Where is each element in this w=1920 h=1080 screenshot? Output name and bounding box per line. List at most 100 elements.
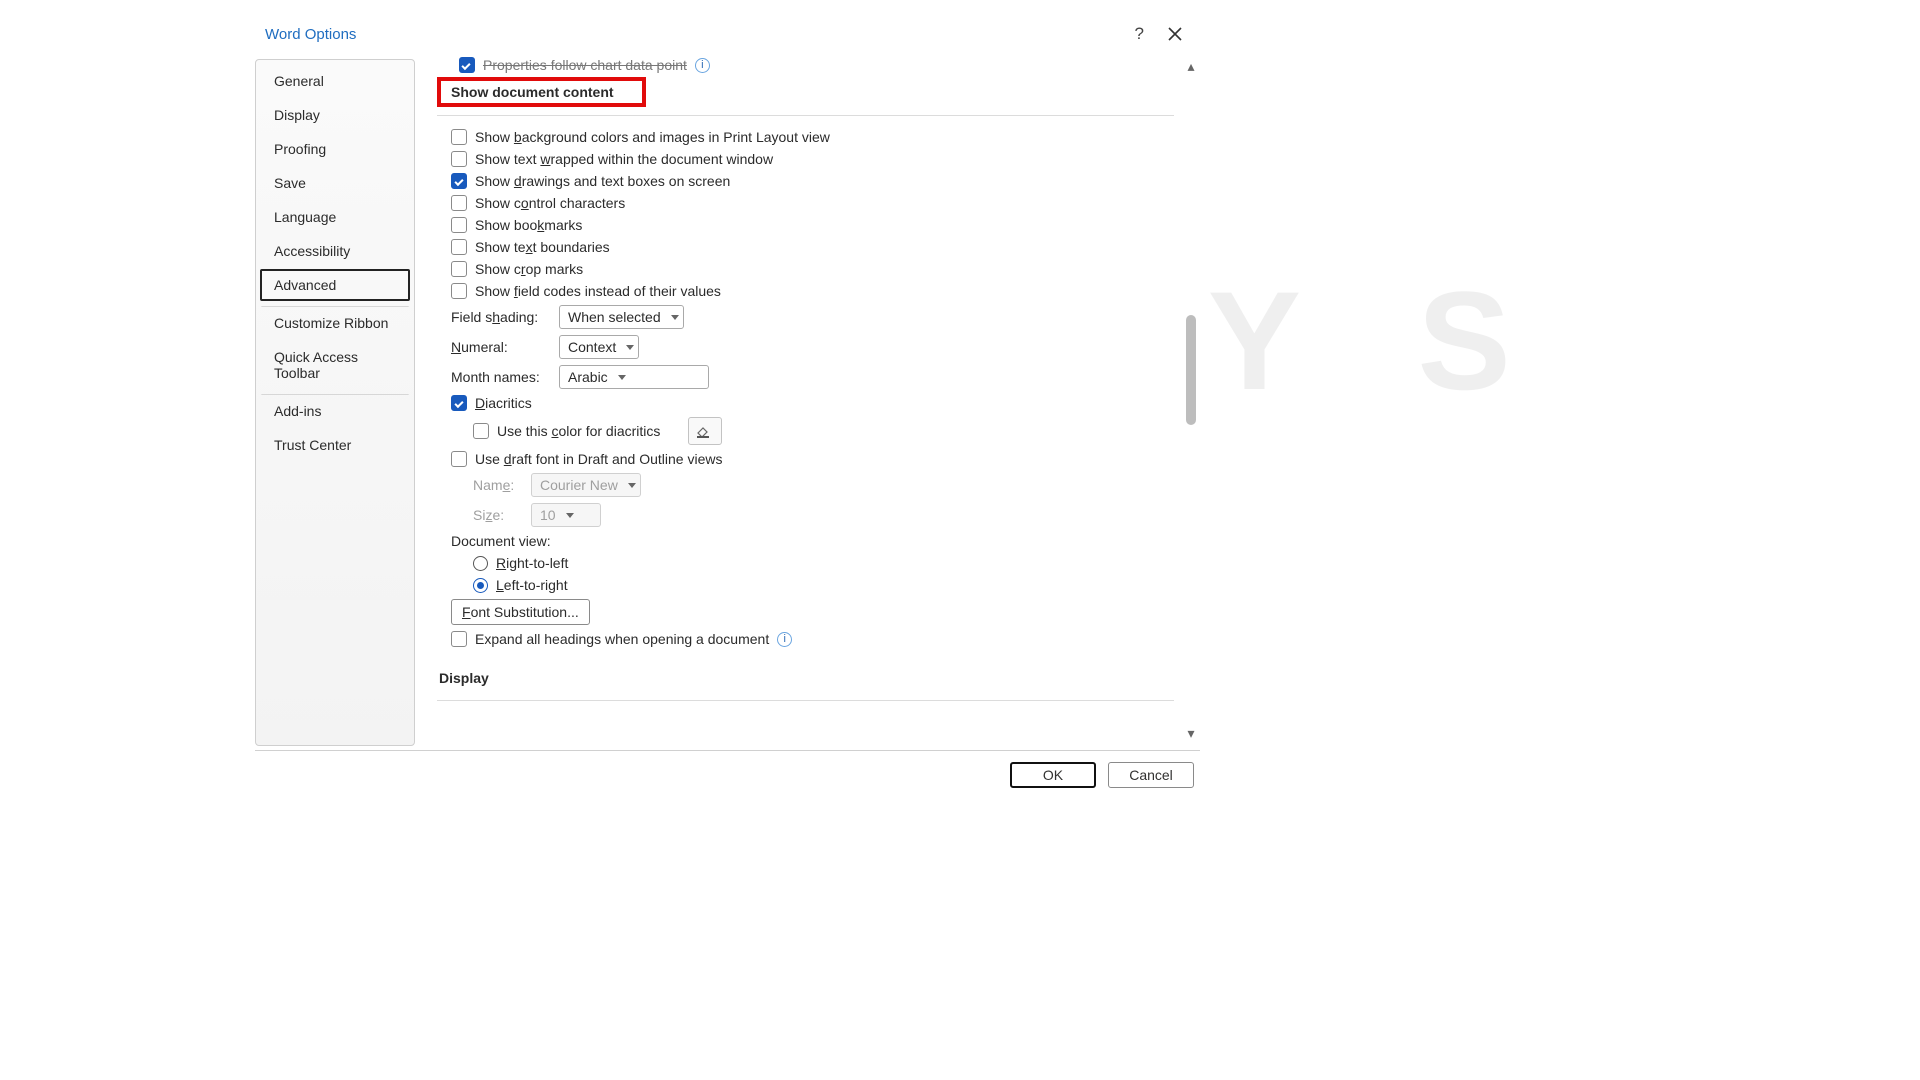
label-diacritics: Diacritics <box>475 395 532 411</box>
vertical-scrollbar[interactable]: ▴ ▾ <box>1182 57 1200 742</box>
dropdown-draft-font-name: Courier New <box>531 473 641 497</box>
sidebar-item-proofing[interactable]: Proofing <box>260 133 410 165</box>
checkbox-text-boundaries[interactable] <box>451 239 467 255</box>
sidebar-item-accessibility[interactable]: Accessibility <box>260 235 410 267</box>
label-month-names: Month names: <box>451 369 551 385</box>
label-draft-font-size: Size: <box>473 507 523 523</box>
sidebar-item-language[interactable]: Language <box>260 201 410 233</box>
section-divider <box>437 115 1174 116</box>
checkbox-field-codes[interactable] <box>451 283 467 299</box>
options-category-sidebar: General Display Proofing Save Language A… <box>255 59 415 746</box>
label-right-to-left: Right-to-left <box>496 555 568 571</box>
label-text-boundaries: Show text boundaries <box>475 239 610 255</box>
dropdown-numeral-value: Context <box>568 339 616 355</box>
row-font-substitution: Font Substitution... <box>437 596 1174 628</box>
cut-off-option-row: Properties follow chart data point i <box>459 57 1174 73</box>
sidebar-item-general[interactable]: General <box>260 65 410 97</box>
row-field-shading: Field shading: When selected <box>437 302 1174 332</box>
label-background-colors: Show background colors and images in Pri… <box>475 129 830 145</box>
chevron-down-icon <box>628 483 636 488</box>
dialog-footer: OK Cancel <box>255 750 1200 798</box>
section-heading-show-document-content: Show document content <box>449 80 616 104</box>
highlight-box: Show document content <box>437 77 646 107</box>
dropdown-diacritics-color[interactable] <box>688 417 722 445</box>
option-row-draft-font: Use draft font in Draft and Outline view… <box>437 448 1174 470</box>
section-heading-container: Show document content <box>437 77 1174 115</box>
checkbox-bookmarks[interactable] <box>451 217 467 233</box>
options-pane: Properties follow chart data point i Sho… <box>429 53 1200 746</box>
checkbox-expand-headings[interactable] <box>451 631 467 647</box>
scroll-up-icon[interactable]: ▴ <box>1182 57 1200 75</box>
sidebar-item-save[interactable]: Save <box>260 167 410 199</box>
section-heading-display: Display <box>437 666 1174 690</box>
label-left-to-right: Left-to-right <box>496 577 568 593</box>
option-row-drawings: Show drawings and text boxes on screen <box>437 170 1174 192</box>
word-options-dialog: Word Options ? General Display Proofing … <box>255 18 1200 798</box>
titlebar: Word Options ? <box>255 18 1200 50</box>
dropdown-month-names-value: Arabic <box>568 369 608 385</box>
close-icon[interactable] <box>1168 27 1182 41</box>
label-diacritics-color: Use this color for diacritics <box>497 423 660 439</box>
row-month-names: Month names: Arabic <box>437 362 1174 392</box>
label-bookmarks: Show bookmarks <box>475 217 582 233</box>
dropdown-field-shading[interactable]: When selected <box>559 305 684 329</box>
info-icon[interactable]: i <box>777 632 792 647</box>
radio-left-to-right[interactable] <box>473 578 488 593</box>
checkbox-crop-marks[interactable] <box>451 261 467 277</box>
chevron-down-icon <box>618 375 626 380</box>
label-document-view-heading: Document view: <box>437 530 1174 552</box>
sidebar-item-customize-ribbon[interactable]: Customize Ribbon <box>260 306 410 339</box>
radio-right-to-left[interactable] <box>473 556 488 571</box>
option-row-ltr: Left-to-right <box>437 574 1174 596</box>
dropdown-field-shading-value: When selected <box>568 309 661 325</box>
sidebar-item-trust-center[interactable]: Trust Center <box>260 429 410 461</box>
label-control-characters: Show control characters <box>475 195 625 211</box>
sidebar-item-advanced[interactable]: Advanced <box>260 269 410 301</box>
ok-button[interactable]: OK <box>1010 762 1096 788</box>
scroll-down-icon[interactable]: ▾ <box>1182 724 1200 742</box>
option-row-field-codes: Show field codes instead of their values <box>437 280 1174 302</box>
checkbox-draft-font[interactable] <box>451 451 467 467</box>
sidebar-item-display[interactable]: Display <box>260 99 410 131</box>
option-row-diacritics-color: Use this color for diacritics <box>437 414 1174 448</box>
sidebar-item-add-ins[interactable]: Add-ins <box>260 394 410 427</box>
dropdown-draft-font-size: 10 <box>531 503 601 527</box>
font-substitution-button[interactable]: Font Substitution... <box>451 599 590 625</box>
option-row-bookmarks: Show bookmarks <box>437 214 1174 236</box>
row-numeral: Numeral: Context <box>437 332 1174 362</box>
checkbox-drawings[interactable] <box>451 173 467 189</box>
checkbox-text-wrapped[interactable] <box>451 151 467 167</box>
option-row-background-colors: Show background colors and images in Pri… <box>437 126 1174 148</box>
help-icon[interactable]: ? <box>1135 24 1144 44</box>
checkbox-background-colors[interactable] <box>451 129 467 145</box>
scrollbar-thumb[interactable] <box>1186 315 1196 425</box>
cancel-button[interactable]: Cancel <box>1108 762 1194 788</box>
label-field-shading: Field shading: <box>451 309 551 325</box>
sidebar-item-quick-access-toolbar[interactable]: Quick Access Toolbar <box>260 341 410 389</box>
label-draft-font-name: Name: <box>473 477 523 493</box>
option-row-text-wrapped: Show text wrapped within the document wi… <box>437 148 1174 170</box>
label-crop-marks: Show crop marks <box>475 261 583 277</box>
scrollbar-track[interactable] <box>1182 75 1200 724</box>
paint-bucket-icon <box>695 423 711 439</box>
option-row-diacritics: Diacritics <box>437 392 1174 414</box>
option-row-expand-headings: Expand all headings when opening a docum… <box>437 628 1174 650</box>
label-drawings: Show drawings and text boxes on screen <box>475 173 730 189</box>
option-row-text-boundaries: Show text boundaries <box>437 236 1174 258</box>
checkbox-diacritics[interactable] <box>451 395 467 411</box>
dropdown-month-names[interactable]: Arabic <box>559 365 709 389</box>
dropdown-draft-font-name-value: Courier New <box>540 477 618 493</box>
checkbox-diacritics-color[interactable] <box>473 423 489 439</box>
dialog-title: Word Options <box>263 26 356 43</box>
dropdown-numeral[interactable]: Context <box>559 335 639 359</box>
properties-follow-chart-checkbox[interactable] <box>459 57 475 73</box>
checkbox-control-characters[interactable] <box>451 195 467 211</box>
chevron-down-icon <box>566 513 574 518</box>
chevron-down-icon <box>671 315 679 320</box>
section-divider <box>437 700 1174 701</box>
label-numeral: Numeral: <box>451 339 551 355</box>
option-row-crop-marks: Show crop marks <box>437 258 1174 280</box>
dropdown-draft-font-size-value: 10 <box>540 507 556 523</box>
info-icon[interactable]: i <box>695 58 710 73</box>
row-draft-font-size: Size: 10 <box>437 500 1174 530</box>
